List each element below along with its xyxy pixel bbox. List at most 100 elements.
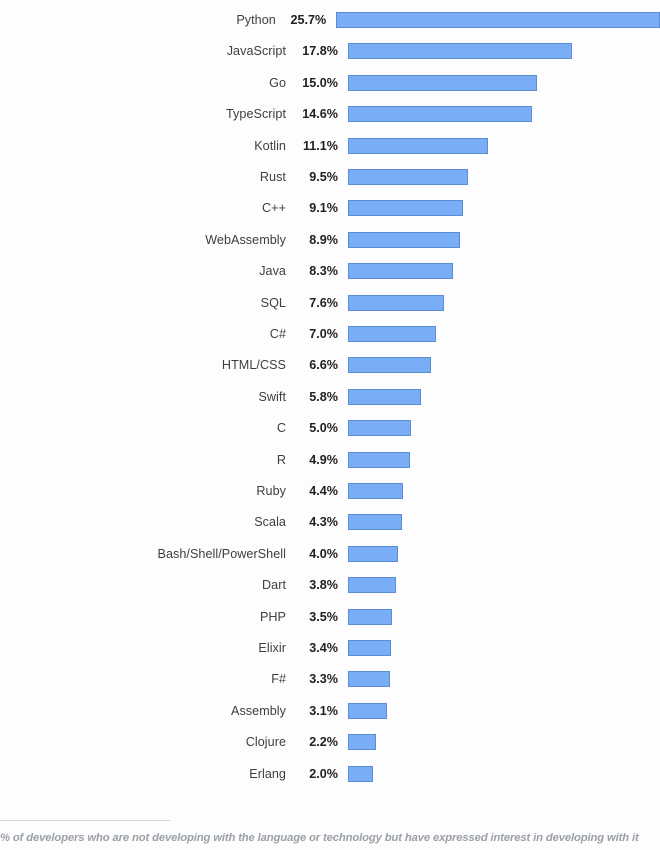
bar-track <box>348 165 468 189</box>
category-label: F# <box>271 672 286 687</box>
bar-track <box>348 71 537 95</box>
bar[interactable] <box>348 137 488 154</box>
bar-track <box>348 667 390 691</box>
bar[interactable] <box>348 388 422 405</box>
bar[interactable] <box>348 326 437 342</box>
value-label: 9.1% <box>309 201 338 216</box>
bar-track <box>348 573 396 597</box>
bar[interactable] <box>348 106 532 123</box>
bar[interactable] <box>348 294 444 311</box>
category-label: Ruby <box>256 484 286 498</box>
value-label: 11.1% <box>302 138 338 153</box>
bar[interactable] <box>348 545 399 562</box>
category-label: TypeScript <box>226 107 286 122</box>
value-label: 14.6% <box>302 107 338 122</box>
bar-row: WebAssembly 8.9% <box>0 228 660 252</box>
bar-track <box>348 730 376 754</box>
value-label: 15.0% <box>302 75 338 90</box>
category-label: Scala <box>254 515 286 530</box>
category-label: PHP <box>259 609 286 624</box>
bar-row: SQL 7.6% <box>0 291 660 315</box>
bar[interactable] <box>348 483 404 499</box>
bar-track <box>348 322 437 346</box>
value-label: 3.3% <box>309 672 338 687</box>
bar[interactable] <box>336 12 660 28</box>
value-label: 17.8% <box>302 44 338 59</box>
category-label: Clojure <box>245 735 286 750</box>
category-label: C <box>276 421 286 436</box>
value-label: 25.7% <box>290 13 327 27</box>
bar-track <box>348 102 532 126</box>
bar[interactable] <box>348 640 391 656</box>
bar-track <box>348 510 403 534</box>
footnote-text: % of developers who are not developing w… <box>0 832 639 844</box>
value-label: 4.4% <box>309 484 338 498</box>
bar-track <box>348 39 573 63</box>
category-label: Assembly <box>231 703 286 718</box>
bar-track <box>348 291 444 315</box>
bar[interactable] <box>348 671 390 688</box>
bar-row: JavaScript 17.8% <box>0 39 660 63</box>
category-label: Erlang <box>249 766 286 781</box>
value-label: 9.5% <box>309 170 338 184</box>
bar-row: Assembly 3.1% <box>0 699 660 723</box>
value-label: 6.6% <box>309 358 338 373</box>
bar-row: C# 7.0% <box>0 322 660 346</box>
bar-row: C 5.0% <box>0 416 660 440</box>
bar-chart: Python 25.7% JavaScript 17.8% Go 15.0% TypeScr… <box>0 0 660 850</box>
value-label: 3.1% <box>309 703 338 718</box>
bar-track <box>348 636 391 660</box>
bar[interactable] <box>348 357 432 374</box>
bar-track <box>348 448 410 472</box>
bar-row: Ruby 4.4% <box>0 479 660 503</box>
bar[interactable] <box>348 43 573 60</box>
value-label: 3.5% <box>309 609 338 624</box>
bar-row: HTML/CSS 6.6% <box>0 353 660 377</box>
category-label: Elixir <box>258 641 286 655</box>
value-label: 2.0% <box>309 766 338 781</box>
value-label: 8.9% <box>309 232 338 247</box>
bar[interactable] <box>348 200 463 217</box>
bar-row: Kotlin 11.1% <box>0 134 660 158</box>
bar[interactable] <box>348 702 388 719</box>
value-label: 7.6% <box>309 295 338 310</box>
value-label: 3.8% <box>309 578 338 593</box>
value-label: 4.9% <box>309 452 338 467</box>
chart-footer: % of developers who are not developing w… <box>0 806 660 850</box>
category-label: WebAssembly <box>205 232 286 247</box>
bar-row: Java 8.3% <box>0 259 660 283</box>
bar[interactable] <box>348 263 453 280</box>
bar-row: Swift 5.8% <box>0 385 660 409</box>
bar-row: Scala 4.3% <box>0 510 660 534</box>
chart-plot-area: Python 25.7% JavaScript 17.8% Go 15.0% TypeScr… <box>0 0 660 806</box>
bar[interactable] <box>348 734 376 751</box>
bar[interactable] <box>348 514 403 531</box>
bar[interactable] <box>348 420 411 437</box>
bar-track <box>348 762 374 786</box>
bar-row: Bash/Shell/PowerShell 4.0% <box>0 542 660 566</box>
bar[interactable] <box>348 608 393 625</box>
category-label: Java <box>259 264 286 279</box>
footer-divider <box>0 820 170 821</box>
bar-row: Clojure 2.2% <box>0 730 660 754</box>
bar[interactable] <box>348 169 468 185</box>
bar[interactable] <box>348 231 461 248</box>
category-label: C# <box>269 327 286 341</box>
bar-row: R 4.9% <box>0 448 660 472</box>
bar-track <box>348 385 422 409</box>
category-label: Swift <box>258 389 286 404</box>
category-label: Bash/Shell/PowerShell <box>157 546 286 561</box>
bar[interactable] <box>348 765 374 782</box>
bar[interactable] <box>348 451 410 468</box>
category-label: HTML/CSS <box>221 358 286 373</box>
bar[interactable] <box>348 577 396 594</box>
value-label: 7.0% <box>309 327 338 341</box>
bar[interactable] <box>348 74 537 91</box>
value-label: 3.4% <box>309 641 338 655</box>
category-label: Python <box>236 13 276 27</box>
value-label: 4.3% <box>309 515 338 530</box>
bar-row: Erlang 2.0% <box>0 762 660 786</box>
bar-track <box>348 605 393 629</box>
bar-row: Rust 9.5% <box>0 165 660 189</box>
bar-row: Go 15.0% <box>0 71 660 95</box>
